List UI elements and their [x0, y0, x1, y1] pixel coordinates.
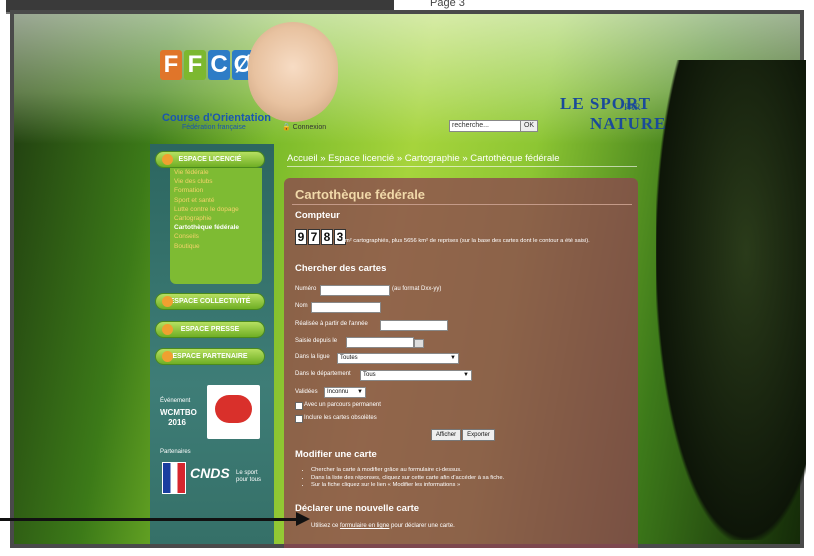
calendar-icon[interactable] — [414, 339, 424, 348]
event-title[interactable]: WCMTBO 2016 — [160, 408, 197, 428]
numero-label: Numéro — [295, 286, 317, 292]
page-title: Cartothèque fédérale — [295, 187, 426, 202]
nom-label: Nom — [295, 303, 308, 309]
menu-item-cartotheque[interactable]: Cartothèque fédérale — [170, 223, 262, 232]
header-portrait-image — [248, 22, 338, 122]
french-flag-logo[interactable] — [162, 462, 186, 494]
annee-label: Réalisée à partir de l'année — [295, 321, 368, 327]
menu-item-boutique[interactable]: Boutique — [170, 242, 262, 251]
nom-input[interactable] — [311, 302, 381, 313]
saisie-date-input[interactable] — [346, 337, 414, 348]
km-counter: 9 7 8 3 — [295, 229, 347, 245]
menu-item-vie-des-clubs[interactable]: Vie des clubs — [170, 177, 262, 186]
saisie-label: Saisie depuis le — [295, 338, 338, 344]
departement-label: Dans le département — [295, 371, 351, 377]
circle-icon — [162, 154, 173, 165]
list-item: Dans la liste des réponses, cliquez sur … — [311, 475, 504, 483]
compteur-heading: Compteur — [295, 210, 340, 221]
validees-select[interactable]: Inconnu ▼ — [324, 387, 366, 398]
obsoletes-label: Inclure les cartes obsolètes — [304, 415, 377, 421]
declare-text: Utilisez ce formulaire en ligne pour déc… — [311, 523, 455, 529]
circle-icon — [162, 296, 173, 307]
title-divider — [292, 204, 632, 205]
logo-line-2: Fédération française — [182, 124, 246, 131]
modify-steps: Chercher la carte à modifier grâce au fo… — [311, 467, 504, 490]
formulaire-en-ligne-link[interactable]: formulaire en ligne — [340, 523, 389, 529]
annotation-arrow — [0, 518, 300, 521]
espace-partenaire-button[interactable]: ESPACE PARTENAIRE — [156, 349, 264, 364]
espace-presse-button[interactable]: ESPACE PRESSE — [156, 322, 264, 337]
exporter-button[interactable]: Exporter — [462, 429, 495, 441]
dropdown-arrow-icon: ▼ — [357, 389, 363, 395]
athlete-silhouette — [656, 60, 806, 540]
search-ok-button[interactable]: OK — [520, 120, 538, 132]
logo-line-1: Course d'Orientation — [162, 112, 271, 124]
list-item: Chercher la carte à modifier grâce au fo… — [311, 467, 504, 475]
menu-item-formation[interactable]: Formation — [170, 186, 262, 195]
numero-input[interactable] — [320, 285, 390, 296]
event-logo-graphic — [215, 395, 252, 423]
partners-label: Partenaires — [160, 449, 191, 455]
connexion-link[interactable]: 🔒 Connexion — [282, 123, 326, 131]
numero-format-hint: (au format Dxx-yy) — [392, 286, 442, 292]
search-heading: Chercher des cartes — [295, 263, 387, 274]
list-item: Sur la fiche cliquez sur le lien « Modif… — [311, 482, 504, 490]
dropdown-arrow-icon: ▼ — [463, 372, 469, 378]
ligue-label: Dans la ligue — [295, 354, 330, 360]
cnds-logo[interactable]: CNDS — [190, 465, 230, 481]
circle-icon — [162, 324, 173, 335]
menu-item-cartographie[interactable]: Cartographie — [170, 214, 262, 223]
afficher-button[interactable]: Afficher — [431, 429, 461, 441]
counter-digit: 8 — [321, 229, 333, 245]
menu-item-sport-sante[interactable]: Sport et santé — [170, 196, 262, 205]
sidebar-menu: Vie fédérale Vie des clubs Formation Spo… — [170, 168, 262, 284]
counter-digit: 9 — [295, 229, 307, 245]
ligue-select[interactable]: Toutes ▼ — [337, 353, 459, 364]
departement-select[interactable]: Tous ▼ — [360, 370, 472, 381]
counter-digit: 7 — [308, 229, 320, 245]
slogan-nature: NATURE — [590, 114, 667, 133]
event-label: Événement — [160, 398, 191, 404]
page-label: Page 3 — [430, 0, 465, 9]
dropdown-arrow-icon: ▼ — [450, 355, 456, 361]
slogan-par: PAR — [624, 102, 641, 112]
circle-icon — [162, 351, 173, 362]
obsoletes-checkbox[interactable] — [295, 415, 303, 423]
annee-input[interactable] — [380, 320, 448, 331]
menu-item-conseils[interactable]: Conseils — [170, 232, 262, 241]
espace-collectivite-button[interactable]: ESPACE COLLECTIVITÉ — [156, 294, 264, 309]
declare-heading: Déclarer une nouvelle carte — [295, 503, 420, 514]
cnds-tagline: Le sport pour tous — [236, 470, 262, 483]
ffco-logo[interactable]: FFCØ — [160, 50, 256, 80]
counter-description: km² cartographiés, plus 5656 km² de repr… — [342, 238, 590, 244]
menu-item-vie-federale[interactable]: Vie fédérale — [170, 168, 262, 177]
menu-item-dopage[interactable]: Lutte contre le dopage — [170, 205, 262, 214]
parcours-checkbox[interactable] — [295, 402, 303, 410]
annotation-arrow-head — [296, 512, 310, 526]
espace-licencie-button[interactable]: ESPACE LICENCIÉ — [156, 152, 264, 167]
modify-heading: Modifier une carte — [295, 449, 377, 460]
parcours-label: Avec un parcours permanent — [304, 402, 381, 408]
breadcrumb-divider — [287, 166, 637, 167]
breadcrumb[interactable]: Accueil » Espace licencié » Cartographie… — [287, 153, 560, 164]
validees-label: Validées — [295, 389, 318, 395]
search-input[interactable]: recherche... — [449, 120, 523, 132]
event-logo[interactable] — [207, 385, 260, 439]
